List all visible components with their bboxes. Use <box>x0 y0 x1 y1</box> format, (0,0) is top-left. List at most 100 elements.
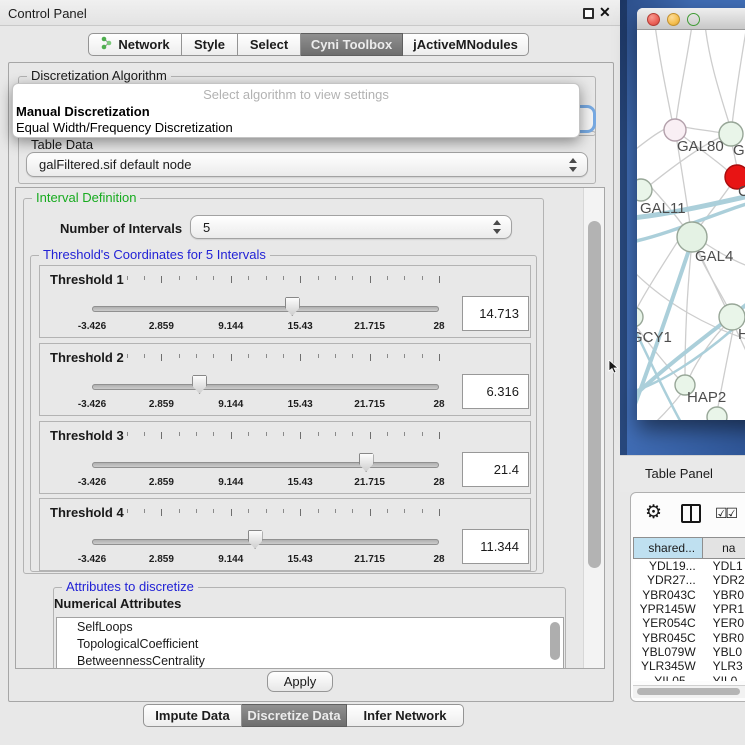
slider-tick <box>404 276 405 280</box>
scrollbar-thumb[interactable] <box>588 221 601 568</box>
threshold-slider-thumb[interactable] <box>192 375 207 394</box>
table-cell[interactable]: YDR27... <box>633 573 704 587</box>
apply-button[interactable]: Apply <box>267 671 333 692</box>
attribute-list-item[interactable]: BetweennessCentrality <box>57 652 563 669</box>
table-cell[interactable]: YBR043C <box>633 588 704 602</box>
slider-tick <box>179 354 180 358</box>
control-panel-titlebar: Control Panel <box>0 0 620 26</box>
attribute-list-item[interactable]: SelfLoops <box>57 618 563 635</box>
table-cell[interactable]: YBR0 <box>704 588 745 602</box>
table-row[interactable]: YPR145WYPR1 <box>633 602 745 616</box>
minimize-traffic-light-icon[interactable] <box>667 13 680 26</box>
network-window: GAL80 G. C GAL11 GAL4 GCY1 H HAP2 <box>637 8 745 420</box>
threshold-value-field[interactable]: 6.316 <box>462 374 529 409</box>
table-row[interactable]: YER054CYER0 <box>633 616 745 630</box>
tab-select[interactable]: Select <box>238 33 301 56</box>
float-window-icon[interactable] <box>583 8 594 19</box>
table-row[interactable]: YBL079WYBL0 <box>633 645 745 659</box>
slider-tick-label: 9.144 <box>218 399 243 410</box>
tab-discretize-data[interactable]: Discretize Data <box>242 704 347 727</box>
tab-impute-data[interactable]: Impute Data <box>143 704 242 727</box>
table-hscrollbar-track[interactable] <box>633 685 745 698</box>
table-cell[interactable]: YBL0 <box>704 645 745 659</box>
table-row[interactable]: YLR345WYLR3 <box>633 659 745 673</box>
slider-tick <box>318 276 319 280</box>
table-cell[interactable]: YDL19... <box>633 559 704 573</box>
slider-tick <box>370 354 371 361</box>
tab-cyni-toolbox[interactable]: Cyni Toolbox <box>301 33 403 56</box>
tab-style[interactable]: Style <box>182 33 238 56</box>
threshold-value-field[interactable]: 14.713 <box>462 296 529 331</box>
threshold-slider-track[interactable] <box>92 384 439 390</box>
table-cell[interactable]: YBR045C <box>633 630 704 644</box>
slider-tick <box>352 432 353 436</box>
slider-tick-label: -3.426 <box>78 399 106 410</box>
slider-tick <box>196 276 197 280</box>
slider-tick <box>179 276 180 280</box>
list-scrollbar[interactable] <box>550 622 560 660</box>
numerical-attributes-list[interactable]: SelfLoopsTopologicalCoefficientBetweenne… <box>56 617 564 669</box>
select-columns-icon[interactable]: ☑☑ <box>715 505 736 522</box>
scrollbar-track[interactable] <box>583 188 605 668</box>
table-cell[interactable]: YBR0 <box>704 630 745 644</box>
close-icon[interactable]: ✕ <box>599 4 611 21</box>
table-cell[interactable]: YBL079W <box>633 645 704 659</box>
slider-tick <box>161 354 162 361</box>
threshold-value-field[interactable]: 11.344 <box>462 529 529 564</box>
table-cell[interactable]: YIL05... <box>633 673 704 681</box>
table-data-combo[interactable]: galFiltered.sif default node <box>26 152 588 177</box>
table-cell[interactable]: YDR2 <box>704 573 745 587</box>
table-cell[interactable]: YLR345W <box>633 659 704 673</box>
table-cell[interactable]: YDL1 <box>704 559 745 573</box>
threshold-slider-thumb[interactable] <box>285 297 300 316</box>
threshold-slider-track[interactable] <box>92 462 439 468</box>
threshold-value-field[interactable]: 21.4 <box>462 452 529 487</box>
interval-definition-label: Interval Definition <box>32 190 140 205</box>
popup-placeholder-item[interactable]: Select algorithm to view settings <box>13 87 579 102</box>
table-cell[interactable]: YPR1 <box>704 602 745 616</box>
table-cell[interactable]: YIL0 <box>704 673 745 681</box>
network-canvas[interactable]: GAL80 G. C GAL11 GAL4 GCY1 H HAP2 <box>637 30 745 420</box>
gear-icon[interactable]: ⚙ <box>645 501 662 524</box>
threshold-row-1: Threshold 1 -3.4262.8599.14415.4321.7152… <box>39 265 531 338</box>
screenshot-root: Control Panel ✕ Network Style Select Cyn… <box>0 0 745 745</box>
slider-tick <box>283 432 284 436</box>
table-panel-titlebar: Table Panel <box>620 455 745 492</box>
close-traffic-light-icon[interactable] <box>647 13 660 26</box>
column-header-shared-name[interactable]: shared... <box>633 537 703 559</box>
table-hscrollbar-thumb[interactable] <box>637 688 740 695</box>
svg-text:GAL80: GAL80 <box>677 138 724 155</box>
threshold-slider-thumb[interactable] <box>359 453 374 472</box>
table-row[interactable]: YIL05...YIL0 <box>633 673 745 681</box>
table-body[interactable]: YDL19...YDL1YDR27...YDR2YBR043CYBR0YPR14… <box>633 559 745 681</box>
tab-jactivemnodules[interactable]: jActiveMNodules <box>403 33 529 56</box>
table-cell[interactable]: YLR3 <box>704 659 745 673</box>
tab-network[interactable]: Network <box>88 33 182 56</box>
table-row[interactable]: YBR043CYBR0 <box>633 588 745 602</box>
slider-tick <box>439 354 440 361</box>
slider-tick <box>318 509 319 513</box>
table-row[interactable]: YDL19...YDL1 <box>633 559 745 573</box>
number-of-intervals-combo[interactable]: 5 <box>190 215 512 239</box>
zoom-traffic-light-icon[interactable] <box>687 13 700 26</box>
table-data-label: Table Data <box>27 137 97 152</box>
threshold-slider-track[interactable] <box>92 539 439 545</box>
table-row[interactable]: YBR045CYBR0 <box>633 630 745 644</box>
table-row[interactable]: YDR27...YDR2 <box>633 573 745 587</box>
table-cell[interactable]: YPR145W <box>633 602 704 616</box>
slider-tick <box>404 354 405 358</box>
network-window-titlebar[interactable] <box>637 8 745 30</box>
slider-tick-label: -3.426 <box>78 321 106 332</box>
table-cell[interactable]: YER0 <box>704 616 745 630</box>
popup-item-manual-discretization[interactable]: Manual Discretization <box>16 104 150 119</box>
popup-item-equal-width-frequency[interactable]: Equal Width/Frequency Discretization <box>16 120 233 135</box>
threshold-slider-thumb[interactable] <box>248 530 263 549</box>
slider-tick <box>318 432 319 436</box>
threshold-slider-track[interactable] <box>92 306 439 312</box>
table-cell[interactable]: YER054C <box>633 616 704 630</box>
tab-infer-network[interactable]: Infer Network <box>347 704 464 727</box>
split-columns-icon[interactable] <box>681 504 701 523</box>
column-header-name[interactable]: na <box>703 537 745 559</box>
attribute-list-item[interactable]: TopologicalCoefficient <box>57 635 563 652</box>
threshold-row-3: Threshold 3 -3.4262.8599.14415.4321.7152… <box>39 421 531 494</box>
